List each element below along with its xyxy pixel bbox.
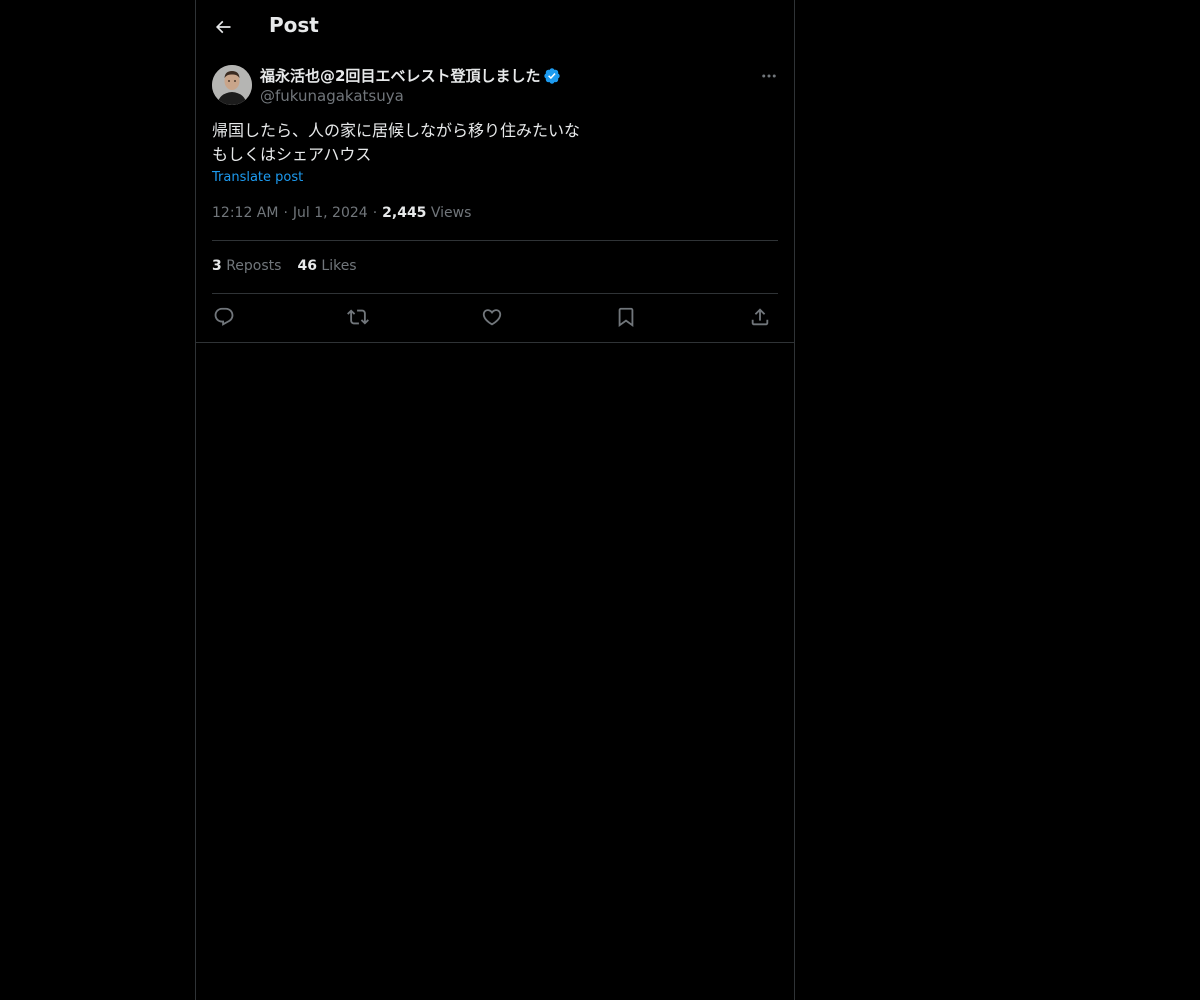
reposts-stat[interactable]: 3 Reposts <box>212 258 281 274</box>
author-name-row[interactable]: 福永活也@2回目エベレスト登頂しました <box>260 65 561 86</box>
reposts-label: Reposts <box>226 258 282 274</box>
reply-button[interactable] <box>212 305 236 329</box>
main-column: Post 福永活也@2回目エベレスト登頂しました @fukunagakatsuy… <box>195 0 795 1000</box>
avatar-image <box>212 65 252 105</box>
author-name[interactable]: 福永活也@2回目エベレスト登頂しました <box>260 65 540 86</box>
bookmark-button[interactable] <box>614 305 638 329</box>
author-handle[interactable]: @fukunagakatsuya <box>260 87 404 105</box>
arrow-left-icon <box>215 20 231 34</box>
post-time[interactable]: 12:12 AM <box>212 205 278 221</box>
verified-badge-icon <box>543 67 561 85</box>
action-bar <box>212 305 778 329</box>
post-article: 福永活也@2回目エベレスト登頂しました @fukunagakatsuya 帰国し… <box>196 53 794 343</box>
bookmark-icon <box>618 307 634 328</box>
translate-post-link[interactable]: Translate post <box>212 170 303 185</box>
repost-button[interactable] <box>346 305 370 329</box>
reposts-count: 3 <box>212 258 222 274</box>
views-count: 2,445 <box>382 205 427 221</box>
reply-icon <box>214 307 234 326</box>
likes-label: Likes <box>321 258 357 274</box>
divider <box>212 240 778 241</box>
repost-icon <box>347 309 369 325</box>
post-date[interactable]: Jul 1, 2024 <box>293 205 368 221</box>
page-title: Post <box>269 13 319 37</box>
share-button[interactable] <box>748 305 772 329</box>
post-text: 帰国したら、人の家に居候しながら移り住みたいな もしくはシェアハウス <box>212 119 772 167</box>
more-options-button[interactable] <box>758 65 780 87</box>
post-stats: 3 Reposts 46 Likes <box>212 258 373 274</box>
post-text-line: もしくはシェアハウス <box>212 145 372 164</box>
post-text-line: 帰国したら、人の家に居候しながら移り住みたいな <box>212 121 581 140</box>
share-icon <box>751 308 769 326</box>
likes-stat[interactable]: 46 Likes <box>297 258 356 274</box>
more-horizontal-icon <box>762 74 776 78</box>
post-meta: 12:12 AM · Jul 1, 2024 · 2,445 Views <box>212 205 472 221</box>
back-button[interactable] <box>208 10 238 44</box>
like-button[interactable] <box>480 305 504 329</box>
views-label: Views <box>430 205 472 221</box>
page-header: Post <box>196 0 794 53</box>
likes-count: 46 <box>297 258 317 274</box>
divider <box>212 293 778 294</box>
like-icon <box>482 309 502 326</box>
avatar[interactable] <box>212 65 252 105</box>
